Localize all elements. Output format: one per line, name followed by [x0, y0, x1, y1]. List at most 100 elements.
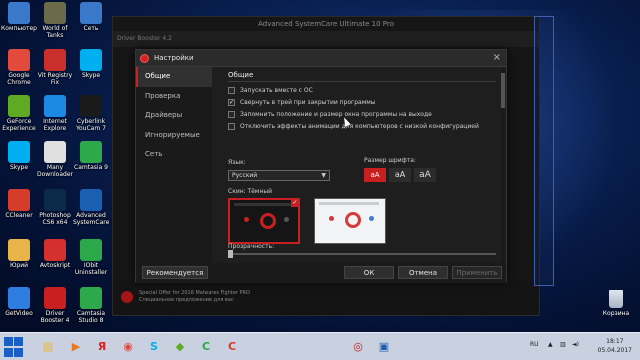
- settings-content: Общие Запускать вместе с ОС ✓ Свернуть в…: [216, 67, 500, 263]
- skype-icon[interactable]: S: [144, 337, 164, 357]
- disable-animation-checkbox[interactable]: [228, 123, 235, 130]
- desktop-icon[interactable]: Camtasia 9: [73, 141, 109, 171]
- tank-icon: [44, 2, 66, 24]
- desktop-icon[interactable]: Skype: [73, 49, 109, 79]
- desktop-icon-label: Компьютер: [1, 25, 37, 32]
- close-icon[interactable]: ×: [493, 52, 501, 63]
- language-indicator[interactable]: RU: [530, 341, 539, 348]
- desktop-icon[interactable]: Advanced SystemCare: [73, 189, 109, 226]
- desktop-icon[interactable]: Skype: [1, 141, 37, 171]
- photoshop-icon: [44, 189, 66, 211]
- settings-dialog: Настройки × Общие Проверка Драйверы Игно…: [135, 49, 507, 283]
- ccleaner-icon[interactable]: C: [222, 337, 242, 357]
- settings-scrollbar[interactable]: [501, 67, 505, 263]
- driver-booster-icon[interactable]: ◎: [348, 337, 368, 357]
- desktop-icon-label: Cyberlink YouCam 7: [76, 118, 106, 132]
- desktop-icon-recycle-bin[interactable]: Корзина: [598, 290, 634, 317]
- option-label: Отключить эффекты анимации для компьютер…: [240, 123, 479, 130]
- media-player-icon[interactable]: ▶: [66, 337, 86, 357]
- startup-checkbox[interactable]: [228, 87, 235, 94]
- yandex-icon[interactable]: Я: [92, 337, 112, 357]
- skype-icon: [80, 49, 102, 71]
- app-logo-icon: [140, 54, 149, 63]
- transparency-slider-handle[interactable]: [228, 250, 233, 258]
- downloader-icon: [44, 141, 66, 163]
- remember-window-checkbox[interactable]: [228, 111, 235, 118]
- desktop-icon[interactable]: Юрий: [1, 239, 37, 269]
- section-title: Общие: [228, 71, 254, 79]
- start-button[interactable]: [4, 337, 24, 357]
- geforce-icon[interactable]: ◆: [170, 337, 190, 357]
- settings-nav: Общие Проверка Драйверы Игнорируемые Сет…: [136, 67, 212, 263]
- desktop-icon[interactable]: Компьютер: [1, 2, 37, 32]
- desktop-icon[interactable]: Cyberlink YouCam 7: [73, 95, 109, 132]
- skin-dark-thumbnail[interactable]: ✓: [228, 198, 300, 244]
- background-window-edge: [534, 16, 554, 286]
- tray-arrow-icon[interactable]: ▲: [548, 341, 553, 348]
- taskbar-clock[interactable]: 18:17 05.04.2017: [598, 337, 632, 355]
- asc-icon[interactable]: ▣: [374, 337, 394, 357]
- checkmark-icon: ✓: [291, 199, 299, 207]
- desktop-icon[interactable]: GeForce Experience: [1, 95, 37, 132]
- recommended-button[interactable]: Рекомендуется: [142, 266, 208, 279]
- transparency-slider-track[interactable]: [228, 253, 496, 255]
- chevron-down-icon: ▼: [321, 172, 326, 179]
- avtoskript-icon: [44, 239, 66, 261]
- background-window-title: Advanced SystemCare Ultimate 10 Pro: [258, 20, 394, 28]
- skin-light-thumbnail[interactable]: [314, 198, 386, 244]
- desktop-icon[interactable]: Avtoskript: [37, 239, 73, 269]
- font-size-medium-button[interactable]: aA: [389, 168, 411, 182]
- recycle-bin-label: Корзина: [602, 310, 630, 317]
- nav-item-network[interactable]: Сеть: [136, 145, 212, 165]
- desktop-icon[interactable]: GetVideo: [1, 287, 37, 317]
- desktop-icon-label: Camtasia 9: [74, 164, 108, 171]
- apply-button[interactable]: Применить: [452, 266, 502, 279]
- explorer-icon[interactable]: ▤: [38, 337, 58, 357]
- language-select[interactable]: Русский ▼: [228, 170, 330, 181]
- offer-line-2: Специальное предложение для вас: [139, 297, 234, 303]
- nav-item-ignored[interactable]: Игнорируемые: [136, 126, 212, 146]
- desktop-icon[interactable]: Many Downloader: [37, 141, 73, 178]
- dialog-titlebar[interactable]: Настройки ×: [136, 50, 506, 67]
- uninstaller-icon: [80, 239, 102, 261]
- desktop-icon-label: IObit Uninstaller: [74, 262, 108, 276]
- dialog-footer: Рекомендуется ОК Отмена Применить: [136, 263, 506, 283]
- font-size-large-button[interactable]: aA: [414, 168, 436, 182]
- scrollbar-thumb[interactable]: [501, 73, 505, 108]
- chrome-icon[interactable]: ◉: [118, 337, 138, 357]
- desktop-icon[interactable]: Vit Registry Fix: [37, 49, 73, 86]
- getvideo-icon: [8, 287, 30, 309]
- font-size-label: Размер шрифта:: [364, 157, 416, 164]
- nav-item-scan[interactable]: Проверка: [136, 87, 212, 107]
- desktop-icon[interactable]: Google Chrome: [1, 49, 37, 86]
- desktop-icon-label: Photoshop CS6 x64: [39, 212, 71, 226]
- nav-item-general[interactable]: Общие: [136, 67, 212, 87]
- background-window-tab[interactable]: Driver Booster 4.2: [113, 31, 539, 47]
- desktop-icon[interactable]: CCleaner: [1, 189, 37, 219]
- cancel-button[interactable]: Отмена: [398, 266, 448, 279]
- skin-preview-ring: [345, 212, 361, 228]
- desktop-icon[interactable]: Camtasia Studio 8: [73, 287, 109, 324]
- option-remember-window[interactable]: Запомнить положение и размер окна програ…: [228, 111, 432, 118]
- desktop-icon[interactable]: Сеть: [73, 2, 109, 32]
- volume-tray-icon[interactable]: ◄): [572, 341, 579, 348]
- desktop-icon[interactable]: Driver Booster 4: [37, 287, 73, 324]
- option-minimize-tray[interactable]: ✓ Свернуть в трей при закрытии программы: [228, 99, 376, 106]
- desktop-icon-label: Google Chrome: [7, 72, 31, 86]
- ok-button[interactable]: ОК: [344, 266, 394, 279]
- option-disable-animation[interactable]: Отключить эффекты анимации для компьютер…: [228, 123, 479, 130]
- network-tray-icon[interactable]: ▥: [560, 341, 566, 348]
- nav-item-drivers[interactable]: Драйверы: [136, 106, 212, 126]
- language-value: Русский: [232, 172, 258, 179]
- ccleaner-icon: [8, 189, 30, 211]
- desktop-icon[interactable]: World of Tanks: [37, 2, 73, 39]
- font-size-small-button[interactable]: aA: [364, 168, 386, 182]
- desktop-icon[interactable]: Internet Explore: [37, 95, 73, 132]
- desktop-icon-label: Driver Booster 4: [40, 310, 70, 324]
- desktop-icon[interactable]: Photoshop CS6 x64: [37, 189, 73, 226]
- camtasia-icon[interactable]: C: [196, 337, 216, 357]
- offer-text[interactable]: Special Offer for 2016 Malwares Fighter …: [139, 290, 250, 304]
- option-startup[interactable]: Запускать вместе с ОС: [228, 87, 313, 94]
- desktop-icon[interactable]: IObit Uninstaller: [73, 239, 109, 276]
- minimize-tray-checkbox[interactable]: ✓: [228, 99, 235, 106]
